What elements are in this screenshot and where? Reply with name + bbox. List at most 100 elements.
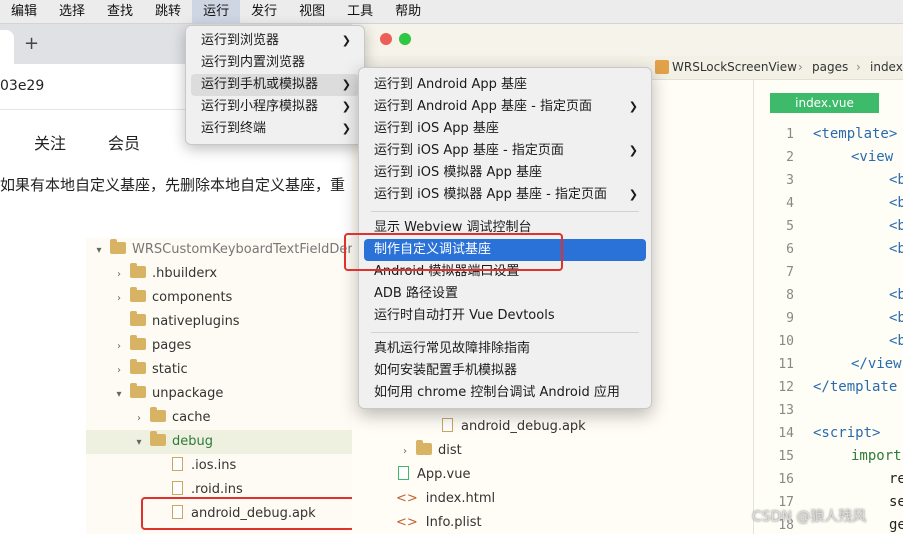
code-line: <b xyxy=(889,218,903,234)
chevron-right-icon: ❯ xyxy=(341,100,351,113)
tree2-item-android-debug-apk[interactable]: android_debug.apk xyxy=(436,415,586,439)
code-line: ge xyxy=(889,517,903,533)
breadcrumb-project[interactable]: WRSLockScreenView xyxy=(672,60,797,74)
menu-ios-sim-base-page[interactable]: 运行到 iOS 模拟器 App 基座 - 指定页面 ❯ xyxy=(364,184,646,206)
line-number: 13 xyxy=(778,403,794,418)
file-icon xyxy=(172,481,183,495)
menu-find[interactable]: 查找 xyxy=(96,0,144,24)
url-text: 03e29 xyxy=(0,78,45,94)
code-line: re xyxy=(889,471,903,487)
chevron-right-icon: ❯ xyxy=(628,144,638,157)
menu-goto[interactable]: 跳转 xyxy=(144,0,192,24)
menu-chrome-debug[interactable]: 如何用 chrome 控制台调试 Android 应用 xyxy=(364,382,646,404)
tree-item-components[interactable]: › components xyxy=(112,286,232,310)
code-line: <view xyxy=(851,149,894,165)
chevron-right-icon: › xyxy=(117,269,121,280)
menu-view[interactable]: 视图 xyxy=(288,0,336,24)
folder-icon xyxy=(130,335,146,350)
tree2-item-index-html[interactable]: <> index.html xyxy=(396,487,495,511)
folder-icon xyxy=(130,263,146,278)
tree-item-debug[interactable]: ▾ debug xyxy=(86,430,354,454)
code-line: <b xyxy=(889,195,903,211)
tree-item-cache[interactable]: › cache xyxy=(132,406,211,430)
menu-adb-path[interactable]: ADB 路径设置 xyxy=(364,283,646,305)
chevron-down-icon: ▾ xyxy=(116,389,122,400)
folder-icon xyxy=(416,440,432,455)
file-icon xyxy=(172,457,183,471)
line-number: 15 xyxy=(778,449,794,464)
code-line: <b xyxy=(889,241,903,257)
nav-follow[interactable]: 关注 xyxy=(34,130,66,154)
chevron-right-icon: ❯ xyxy=(341,122,351,135)
code-line: <template> xyxy=(813,126,898,142)
menu-install-emulator[interactable]: 如何安装配置手机模拟器 xyxy=(364,360,646,382)
tree-item-unpackage[interactable]: ▾ unpackage xyxy=(112,382,223,406)
line-number: 8 xyxy=(786,288,794,303)
close-window-icon[interactable] xyxy=(380,33,392,45)
code-line: <b xyxy=(889,172,903,188)
file-icon xyxy=(442,418,453,432)
menu-edit[interactable]: 编辑 xyxy=(0,0,48,24)
folder-icon xyxy=(130,287,146,302)
project-icon xyxy=(655,60,669,74)
folder-icon xyxy=(130,383,146,398)
code-line: <script> xyxy=(813,425,881,441)
menu-help[interactable]: 帮助 xyxy=(384,0,432,24)
new-tab-icon[interactable]: + xyxy=(24,33,39,54)
folder-icon xyxy=(130,311,146,326)
folder-icon xyxy=(130,359,146,374)
article-text: 如果有本地自定义基座，先删除本地自定义基座，重 xyxy=(0,176,346,194)
tree-item-nativeplugins[interactable]: nativeplugins xyxy=(112,310,240,334)
tree2-item-info-plist[interactable]: <> Info.plist xyxy=(396,511,482,534)
chevron-right-icon: ❯ xyxy=(628,188,638,201)
menu-publish[interactable]: 发行 xyxy=(240,0,288,24)
menu-run-phone[interactable]: 运行到手机或模拟器 ❯ xyxy=(191,74,359,96)
tree-project[interactable]: ▾ WRSCustomKeyboardTextFieldDem xyxy=(92,238,360,262)
chevron-right-icon: ❯ xyxy=(341,78,351,91)
menu-run[interactable]: 运行 xyxy=(192,0,241,24)
line-number: 14 xyxy=(778,426,794,441)
code-line: se xyxy=(889,494,903,510)
breadcrumb-index[interactable]: index xyxy=(870,60,903,74)
menu-select[interactable]: 选择 xyxy=(48,0,96,24)
menu-run-browser[interactable]: 运行到浏览器 ❯ xyxy=(191,30,359,52)
tree-item-static[interactable]: › static xyxy=(112,358,188,382)
chevron-down-icon: ▾ xyxy=(136,437,142,448)
menu-ios-base-page[interactable]: 运行到 iOS App 基座 - 指定页面 ❯ xyxy=(364,140,646,162)
tab-index-vue[interactable]: index.vue xyxy=(770,93,879,113)
folder-icon xyxy=(110,239,126,254)
breadcrumb-pages[interactable]: pages xyxy=(812,60,848,74)
html-file-icon: <> xyxy=(396,491,418,506)
tree-item-hbuilderx[interactable]: › .hbuilderx xyxy=(112,262,217,286)
menu-android-base[interactable]: 运行到 Android App 基座 xyxy=(364,74,646,96)
menu-tools[interactable]: 工具 xyxy=(336,0,384,24)
tree2-item-app-vue[interactable]: App.vue xyxy=(392,463,470,487)
code-line: <b xyxy=(889,333,903,349)
line-number: 12 xyxy=(778,380,794,395)
line-number: 1 xyxy=(786,127,794,142)
menu-troubleshoot-guide[interactable]: 真机运行常见故障排除指南 xyxy=(364,338,646,360)
menu-run-terminal[interactable]: 运行到终端 ❯ xyxy=(191,118,359,140)
menu-android-base-page[interactable]: 运行到 Android App 基座 - 指定页面 ❯ xyxy=(364,96,646,118)
code-line: </view xyxy=(851,356,902,372)
folder-icon xyxy=(150,407,166,422)
tree-item-pages[interactable]: › pages xyxy=(112,334,191,358)
nav-member[interactable]: 会员 xyxy=(108,130,140,154)
line-number: 2 xyxy=(786,150,794,165)
menu-ios-base[interactable]: 运行到 iOS App 基座 xyxy=(364,118,646,140)
tree2-item-dist[interactable]: › dist xyxy=(398,439,462,463)
menu-ios-sim-base[interactable]: 运行到 iOS 模拟器 App 基座 xyxy=(364,162,646,184)
folder-icon xyxy=(150,431,166,446)
chevron-down-icon: ▾ xyxy=(96,245,102,256)
tree-item-ios-ins[interactable]: .ios.ins xyxy=(166,454,236,478)
line-number: 11 xyxy=(778,357,794,372)
menu-vue-devtools[interactable]: 运行时自动打开 Vue Devtools xyxy=(364,305,646,327)
menu-run-miniprogram[interactable]: 运行到小程序模拟器 ❯ xyxy=(191,96,359,118)
chevron-right-icon: › xyxy=(117,293,121,304)
line-number: 9 xyxy=(786,311,794,326)
menu-run-builtin-browser[interactable]: 运行到内置浏览器 xyxy=(191,52,359,74)
zoom-window-icon[interactable] xyxy=(399,33,411,45)
annotation-box-apk xyxy=(141,497,355,530)
chevron-right-icon: ❯ xyxy=(628,100,638,113)
browser-tab[interactable] xyxy=(0,30,14,64)
